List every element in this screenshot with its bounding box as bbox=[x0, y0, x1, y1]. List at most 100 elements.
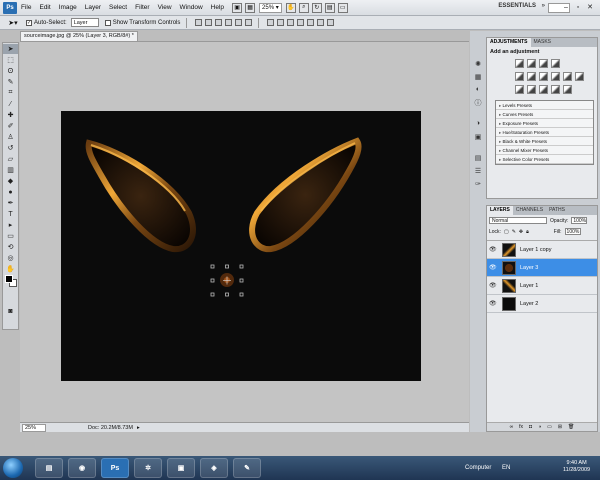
move-tool-preset-icon[interactable]: ➤▾ bbox=[6, 18, 20, 28]
swatches-panel-icon[interactable]: ▦ bbox=[472, 71, 484, 82]
visibility-eye-icon[interactable]: 👁︎ bbox=[489, 300, 498, 307]
align-right-icon[interactable] bbox=[245, 19, 253, 26]
auto-align-icon[interactable] bbox=[327, 19, 335, 26]
new-adjustment-layer-icon[interactable]: ◑ bbox=[538, 424, 541, 430]
preset-exposure[interactable]: Exposure Presets bbox=[496, 119, 593, 128]
add-mask-icon[interactable]: ◘ bbox=[529, 424, 532, 430]
mini-bridge-icon[interactable]: ▦ bbox=[245, 2, 256, 13]
color-panel-icon[interactable]: ✺ bbox=[472, 58, 484, 69]
preset-channel-mixer[interactable]: Channel Mixer Presets bbox=[496, 146, 593, 155]
bridge-icon[interactable]: ▣ bbox=[232, 2, 243, 13]
distribute-top-icon[interactable] bbox=[267, 19, 275, 26]
shape-tool-icon[interactable]: ▭ bbox=[3, 231, 18, 241]
distribute-vcenter-icon[interactable] bbox=[277, 19, 285, 26]
distribute-left-icon[interactable] bbox=[297, 19, 305, 26]
vibrance-icon[interactable] bbox=[515, 72, 524, 81]
dodge-tool-icon[interactable]: ● bbox=[3, 187, 18, 197]
brightness-contrast-icon[interactable] bbox=[515, 59, 524, 68]
menu-image[interactable]: Image bbox=[55, 4, 81, 11]
chrome-taskbar-icon[interactable]: ◉ bbox=[68, 458, 96, 478]
distribute-hcenter-icon[interactable] bbox=[307, 19, 315, 26]
foreground-color-swatch[interactable] bbox=[5, 275, 13, 283]
lock-position-icon[interactable]: ✥ bbox=[519, 229, 523, 235]
tab-masks[interactable]: MASKS bbox=[531, 38, 555, 47]
3d-rotate-tool-icon[interactable]: ⟲ bbox=[3, 242, 18, 252]
distribute-bottom-icon[interactable] bbox=[287, 19, 295, 26]
menu-help[interactable]: Help bbox=[207, 4, 228, 11]
preset-hue-saturation[interactable]: Hue/Saturation Presets bbox=[496, 128, 593, 137]
levels-icon[interactable] bbox=[527, 59, 536, 68]
info-panel-icon[interactable]: ⓘ bbox=[472, 97, 484, 108]
hand-tool-icon[interactable]: ✋ bbox=[3, 264, 18, 274]
computer-toolbar-label[interactable]: Computer bbox=[465, 465, 491, 471]
photoshop-taskbar-button[interactable]: Ps bbox=[101, 458, 129, 478]
layer-row-layer-1[interactable]: 👁︎ Layer 1 bbox=[487, 277, 597, 295]
styles-panel-icon[interactable]: ◐ bbox=[472, 84, 484, 95]
quick-mask-icon[interactable]: ◙ bbox=[3, 306, 18, 316]
black-white-icon[interactable] bbox=[551, 72, 560, 81]
layer-row-layer-2[interactable]: 👁︎ Layer 2 bbox=[487, 295, 597, 313]
tab-channels[interactable]: CHANNELS bbox=[513, 206, 546, 215]
preset-black-white[interactable]: Black & White Presets bbox=[496, 137, 593, 146]
auto-select-checkbox[interactable]: ✓ bbox=[26, 19, 32, 26]
menu-window[interactable]: Window bbox=[176, 4, 207, 11]
opacity-field[interactable]: 100% bbox=[571, 217, 588, 224]
eyedropper-tool-icon[interactable]: ⁄ bbox=[3, 99, 18, 109]
threshold-icon[interactable] bbox=[539, 85, 548, 94]
explorer-taskbar-icon[interactable]: ▤ bbox=[35, 458, 63, 478]
menu-filter[interactable]: Filter bbox=[131, 4, 153, 11]
image-canvas[interactable] bbox=[61, 111, 421, 381]
lock-all-icon[interactable]: 🔒︎ bbox=[526, 229, 529, 235]
curves-icon[interactable] bbox=[539, 59, 548, 68]
visibility-eye-icon[interactable]: 👁︎ bbox=[489, 246, 498, 253]
tab-adjustments[interactable]: ADJUSTMENTS bbox=[487, 38, 531, 47]
layer-style-icon[interactable]: fx bbox=[519, 424, 523, 430]
media-taskbar-icon[interactable]: ▣ bbox=[167, 458, 195, 478]
clone-stamp-tool-icon[interactable]: ♙ bbox=[3, 132, 18, 142]
path-select-tool-icon[interactable]: ▸ bbox=[3, 220, 18, 230]
gradient-map-icon[interactable] bbox=[551, 85, 560, 94]
document-tab[interactable]: sourceimage.jpg @ 25% (Layer 3, RGB/8#) … bbox=[20, 31, 138, 41]
color-balance-icon[interactable] bbox=[539, 72, 548, 81]
crop-tool-icon[interactable]: ⌗ bbox=[3, 88, 18, 98]
tab-layers[interactable]: LAYERS bbox=[487, 206, 513, 215]
menu-view[interactable]: View bbox=[154, 4, 176, 11]
tab-paths[interactable]: PATHS bbox=[546, 206, 568, 215]
layer-row-layer-1-copy[interactable]: 👁︎ Layer 1 copy bbox=[487, 241, 597, 259]
3d-orbit-tool-icon[interactable]: ◎ bbox=[3, 253, 18, 263]
show-transform-checkbox[interactable] bbox=[104, 19, 111, 26]
paint-taskbar-icon[interactable]: ✎ bbox=[233, 458, 261, 478]
start-button[interactable] bbox=[3, 458, 23, 478]
adjustments-panel-icon[interactable]: ◑ bbox=[472, 118, 484, 129]
menu-layer[interactable]: Layer bbox=[81, 4, 105, 11]
gradient-tool-icon[interactable]: ▥ bbox=[3, 165, 18, 175]
photoshop-logo[interactable]: Ps bbox=[3, 1, 17, 14]
brush-tool-icon[interactable]: ✐ bbox=[3, 121, 18, 131]
marquee-tool-icon[interactable]: ⬚ bbox=[3, 55, 18, 65]
pen-tool-icon[interactable]: ✒ bbox=[3, 198, 18, 208]
align-bottom-icon[interactable] bbox=[215, 19, 223, 26]
preset-curves[interactable]: Curves Presets bbox=[496, 110, 593, 119]
photo-filter-icon[interactable] bbox=[563, 72, 572, 81]
lock-transparency-icon[interactable]: ▢ bbox=[504, 229, 509, 235]
workspace-chevron-icon[interactable]: » bbox=[542, 3, 545, 9]
channels-panel-icon[interactable]: ☰ bbox=[472, 165, 484, 176]
visibility-eye-icon[interactable]: 👁︎ bbox=[489, 282, 498, 289]
quick-select-tool-icon[interactable]: ✎ bbox=[3, 77, 18, 87]
blur-tool-icon[interactable]: ◆ bbox=[3, 176, 18, 186]
lasso-tool-icon[interactable]: ʘ bbox=[3, 66, 18, 76]
screen-mode-icon[interactable]: ▭ bbox=[337, 2, 348, 13]
new-layer-icon[interactable]: ⊞ bbox=[558, 424, 562, 430]
link-layers-icon[interactable]: ∞ bbox=[510, 424, 514, 430]
layers-panel-icon[interactable]: ▤ bbox=[472, 152, 484, 163]
healing-brush-tool-icon[interactable]: ✚ bbox=[3, 110, 18, 120]
align-vcenter-icon[interactable] bbox=[205, 19, 213, 26]
status-menu-arrow-icon[interactable]: ▸ bbox=[137, 425, 140, 431]
masks-panel-icon[interactable]: ▣ bbox=[472, 131, 484, 142]
restore-icon[interactable]: ▫ bbox=[574, 2, 582, 12]
layer-3-transform-box[interactable] bbox=[210, 264, 244, 297]
history-brush-tool-icon[interactable]: ↺ bbox=[3, 143, 18, 153]
selective-color-icon[interactable] bbox=[563, 85, 572, 94]
eraser-tool-icon[interactable]: ▱ bbox=[3, 154, 18, 164]
zoom-icon[interactable]: ⌕ bbox=[298, 2, 309, 13]
